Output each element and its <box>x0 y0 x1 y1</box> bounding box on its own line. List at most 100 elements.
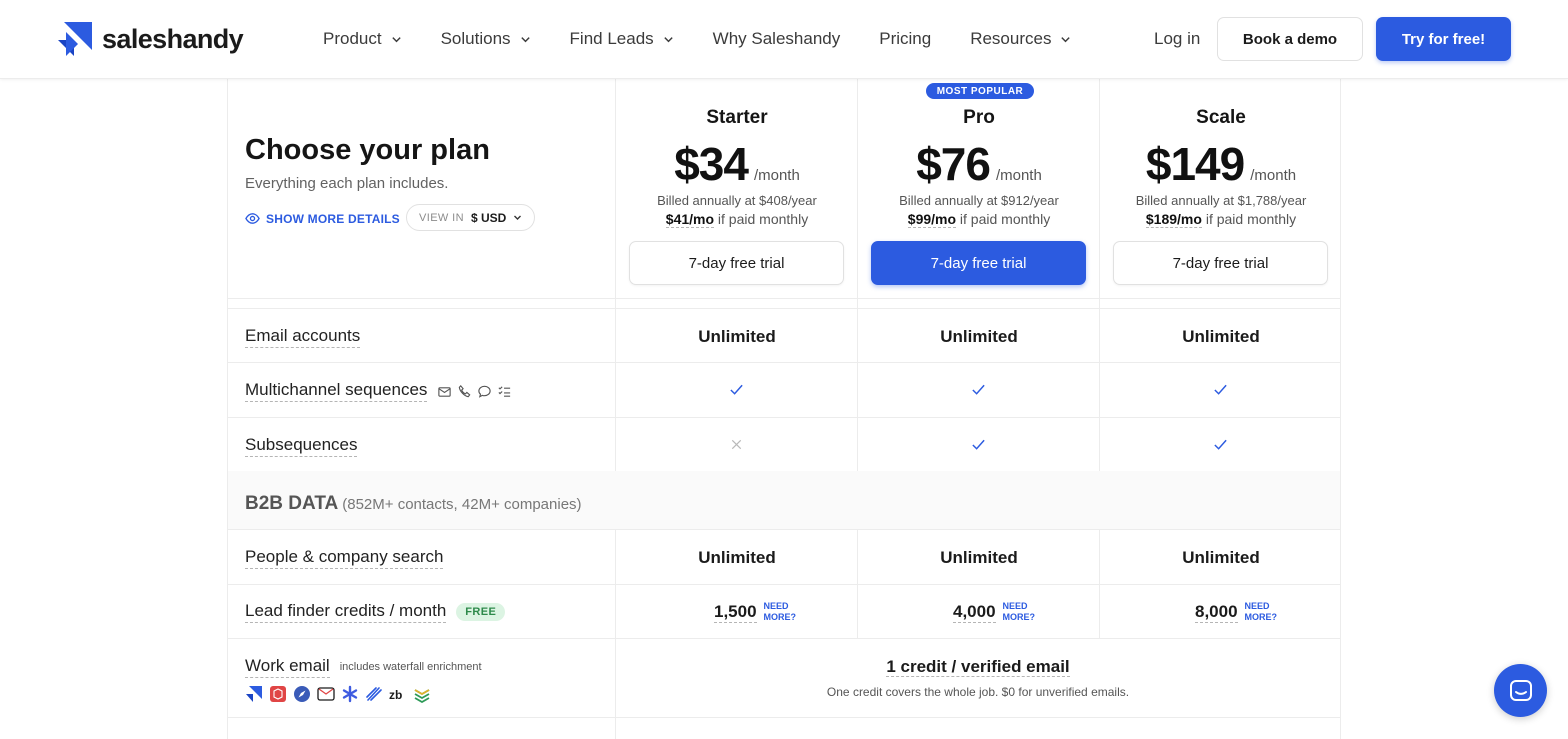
feature-note: includes waterfall enrichment <box>339 661 482 673</box>
monthly-price-value: $99/mo <box>907 211 957 228</box>
section-subtitle: (852M+ contacts, 42M+ companies) <box>342 496 582 513</box>
nav-resources-label: Resources <box>970 29 1052 48</box>
starter-trial-button[interactable]: 7-day free trial <box>629 241 844 285</box>
plan-name: Starter <box>706 107 768 128</box>
monthly-price-suffix: if paid monthly <box>956 211 1051 227</box>
nav-resources[interactable]: Resources <box>970 29 1071 49</box>
currency-view-label: VIEW IN <box>419 211 464 224</box>
b2b-data-section-header: B2B DATA (852M+ contacts, 42M+ companies) <box>228 471 1340 529</box>
row-divider <box>228 638 1340 639</box>
feature-label: Multichannel sequences <box>245 380 428 402</box>
book-demo-button[interactable]: Book a demo <box>1217 17 1363 61</box>
people-search-scale: Unlimited <box>1182 548 1260 567</box>
need-more-link[interactable]: NEED MORE? <box>1245 601 1281 623</box>
feature-multichannel-sequences[interactable]: Multichannel sequences <box>245 380 512 402</box>
lead-credits-starter: 1,500 NEED MORE? <box>714 601 800 623</box>
feature-people-company-search[interactable]: People & company search <box>245 547 444 569</box>
feature-label: Lead finder credits / month <box>245 601 447 623</box>
saleshandy-provider-icon <box>246 686 262 702</box>
nav-why-saleshandy[interactable]: Why Saleshandy <box>713 29 841 49</box>
plan-price-row: $76 /month <box>858 137 1100 191</box>
chat-bubble-icon <box>478 385 492 398</box>
phone-icon <box>459 384 471 397</box>
chevron-down-icon <box>391 36 401 42</box>
plan-price: $149 <box>1145 138 1245 190</box>
nav-pricing[interactable]: Pricing <box>879 29 931 49</box>
monthly-price-value: $189/mo <box>1145 211 1202 228</box>
login-link[interactable]: Log in <box>1154 29 1200 49</box>
chevron-down-icon <box>1061 36 1071 42</box>
scale-trial-button[interactable]: 7-day free trial <box>1113 241 1328 285</box>
asterisk-provider-icon <box>342 685 358 703</box>
task-list-icon <box>498 385 511 397</box>
site-header: saleshandy Product Solutions Find Leads … <box>0 0 1568 79</box>
check-icon <box>1214 384 1227 395</box>
nav-product-label: Product <box>323 29 382 48</box>
lead-credits-pro: 4,000 NEED MORE? <box>953 601 1039 623</box>
brand-logo[interactable]: saleshandy <box>58 22 244 56</box>
check-icon <box>972 384 985 395</box>
most-popular-badge: MOST POPULAR <box>926 83 1034 99</box>
currency-value: $ USD <box>470 210 507 225</box>
section-title-text: B2B DATA <box>245 493 339 514</box>
plan-name: Scale <box>1196 107 1246 128</box>
feature-work-email[interactable]: Work email includes waterfall enrichment <box>245 656 482 678</box>
email-accounts-scale: Unlimited <box>1182 327 1260 346</box>
currency-selector[interactable]: VIEW IN $ USD <box>406 204 536 231</box>
nav-find-leads-label: Find Leads <box>569 29 654 48</box>
row-divider <box>228 308 1340 309</box>
plan-name: Pro <box>963 107 995 128</box>
plan-price: $34 <box>674 138 749 190</box>
need-more-link[interactable]: NEED MORE? <box>1003 601 1039 623</box>
slash-provider-icon <box>366 687 382 701</box>
check-icon <box>730 384 743 395</box>
need-more-line-1: NEED <box>763 601 789 611</box>
credit-amount: 1,500 <box>714 601 757 623</box>
row-divider <box>228 362 1340 363</box>
chevron-down-icon <box>520 36 530 42</box>
work-email-value-note: One credit covers the whole job. $0 for … <box>826 685 1130 699</box>
red-cube-provider-icon <box>270 686 286 702</box>
check-icon <box>1214 439 1227 450</box>
row-divider <box>228 417 1340 418</box>
nav-solutions[interactable]: Solutions <box>441 29 531 49</box>
eye-icon <box>245 213 260 224</box>
compass-provider-icon <box>294 686 310 702</box>
chat-icon <box>1509 679 1532 701</box>
nav-product[interactable]: Product <box>323 29 402 49</box>
show-more-details-toggle[interactable]: SHOW MORE DETAILS <box>245 211 400 226</box>
enrichment-provider-icons: zb <box>245 685 431 703</box>
people-search-pro: Unlimited <box>940 548 1018 567</box>
check-icon <box>972 439 985 450</box>
plan-monthly-price: $189/mo if paid monthly <box>1100 211 1342 228</box>
pro-trial-button[interactable]: 7-day free trial <box>871 241 1086 285</box>
plan-period: /month <box>1250 167 1297 184</box>
nav-find-leads[interactable]: Find Leads <box>570 29 674 49</box>
nav-pricing-label: Pricing <box>879 29 932 48</box>
row-divider <box>228 584 1340 585</box>
zb-provider-icon: zb <box>389 688 402 702</box>
plan-period: /month <box>753 167 800 184</box>
need-more-link[interactable]: NEED MORE? <box>764 601 800 623</box>
feature-lead-finder-credits[interactable]: Lead finder credits / month FREE <box>245 601 506 623</box>
plan-price: $76 <box>916 138 991 190</box>
row-divider <box>228 717 1340 718</box>
credit-amount: 8,000 <box>1195 601 1238 623</box>
chat-widget-button[interactable] <box>1494 664 1547 717</box>
feature-email-accounts[interactable]: Email accounts <box>245 326 361 348</box>
monthly-price-suffix: if paid monthly <box>1201 211 1297 227</box>
work-email-value-text: 1 credit / verified email <box>886 657 1070 677</box>
need-more-line-2: MORE? <box>1244 612 1278 622</box>
nav-why-label: Why Saleshandy <box>712 29 841 48</box>
cross-icon <box>731 439 742 450</box>
chevron-down-icon <box>514 215 522 220</box>
saleshandy-logo-icon <box>58 22 92 56</box>
need-more-line-2: MORE? <box>763 612 797 622</box>
feature-subsequences[interactable]: Subsequences <box>245 435 358 457</box>
nav-solutions-label: Solutions <box>440 29 511 48</box>
layers-provider-icon <box>414 689 430 703</box>
feature-label: Email accounts <box>245 326 361 348</box>
brand-name: saleshandy <box>102 23 244 54</box>
plan-period: /month <box>995 167 1042 184</box>
try-free-button[interactable]: Try for free! <box>1376 17 1511 61</box>
